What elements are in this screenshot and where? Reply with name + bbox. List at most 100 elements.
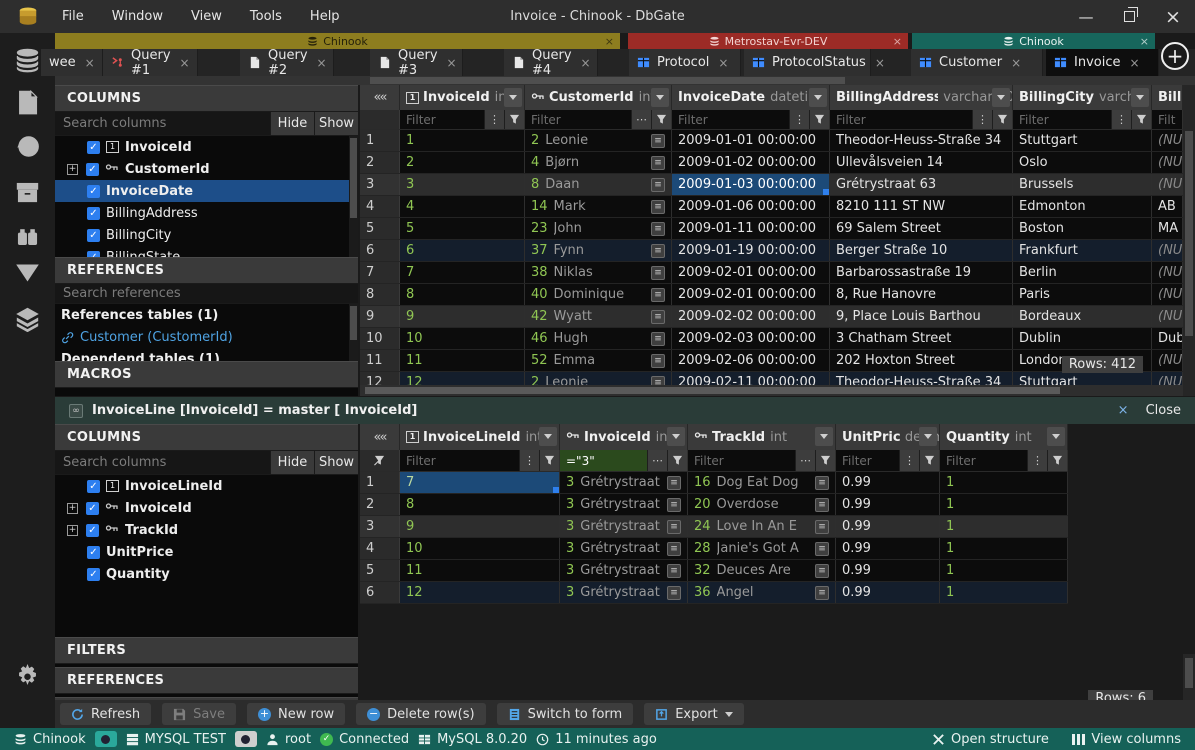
tab-protocolstatus[interactable]: ProtocolStatus× — [744, 49, 871, 76]
cell-billingaddress[interactable]: 69 Salem Street — [830, 218, 1013, 239]
cell-unitprice[interactable]: 0.99 — [836, 560, 940, 581]
cell-quantity[interactable]: 1 — [940, 472, 1068, 493]
cell-invoiceid[interactable]: 5 — [400, 218, 525, 239]
cell-billingstate[interactable]: AB — [1152, 196, 1183, 217]
cell-billingstate[interactable]: (NULL) — [1152, 262, 1183, 283]
list-item-selected[interactable]: ✓ InvoiceDate — [55, 180, 358, 202]
search-columns-input[interactable] — [55, 451, 270, 474]
cell-invoiceid[interactable]: 3Grétrystraat 63≡ — [560, 494, 688, 515]
cell-billingaddress[interactable]: 202 Hoxton Street — [830, 350, 1013, 371]
document-icon[interactable]: ≡ — [651, 244, 665, 258]
cell-trackid[interactable]: 24Love In An E≡ — [688, 516, 836, 537]
cell-invoicelineid[interactable]: 9 — [400, 516, 560, 537]
grid-vscrollbar[interactable] — [1183, 85, 1195, 396]
list-item[interactable]: ✓ BillingAddress — [55, 202, 358, 224]
document-icon[interactable]: ≡ — [651, 156, 665, 170]
cell-customerid[interactable]: 23John≡ — [525, 218, 672, 239]
grid-hscrollbar[interactable] — [360, 385, 1183, 396]
menu-tools[interactable]: Tools — [250, 9, 282, 24]
cell-invoicedate[interactable]: 2009-02-06 00:00:00 — [672, 350, 830, 371]
list-item[interactable]: ✓ BillingCity — [55, 224, 358, 246]
settings-gear-icon[interactable] — [14, 661, 41, 688]
cell-trackid[interactable]: 16Dog Eat Dog≡ — [688, 472, 836, 493]
column-header-billingstate[interactable]: BillingState — [1152, 85, 1183, 110]
cell-billingstate[interactable]: MA — [1152, 218, 1183, 239]
filter-input-invoiceid[interactable] — [400, 110, 484, 129]
collapse-columns-button[interactable]: «« — [360, 85, 400, 110]
row-number[interactable]: 3 — [360, 516, 400, 537]
row-number[interactable]: 8 — [360, 284, 400, 305]
cell-billingaddress[interactable]: Theodor-Heuss-Straße 34 — [830, 372, 1013, 385]
server-color-chip[interactable] — [235, 731, 257, 747]
checkbox-checked[interactable]: ✓ — [87, 568, 100, 581]
row-number[interactable]: 4 — [360, 196, 400, 217]
filter-funnel-button[interactable] — [651, 110, 671, 129]
cell-billingcity[interactable]: Brussels — [1013, 174, 1152, 195]
cell-invoiceid[interactable]: 6 — [400, 240, 525, 261]
search-columns-input[interactable] — [55, 112, 270, 135]
expand-icon[interactable]: + — [67, 525, 78, 536]
filter-menu-button[interactable]: ⋮ — [789, 110, 809, 129]
cell-billingcity[interactable]: Dublin — [1013, 328, 1152, 349]
filter-funnel-button[interactable] — [1131, 110, 1151, 129]
cell-billingcity[interactable]: Bordeaux — [1013, 306, 1152, 327]
cell-customerid[interactable]: 14Mark≡ — [525, 196, 672, 217]
filter-funnel-button[interactable] — [809, 110, 829, 129]
document-icon[interactable]: ≡ — [667, 520, 681, 534]
checkbox-checked[interactable]: ✓ — [87, 480, 100, 493]
references-section-header[interactable]: REFERENCES — [55, 667, 358, 694]
cell-customerid[interactable]: 38Niklas≡ — [525, 262, 672, 283]
checkbox-checked[interactable]: ✓ — [87, 229, 100, 242]
document-icon[interactable]: ≡ — [651, 266, 665, 280]
column-menu-chevron[interactable] — [539, 427, 557, 446]
cell-billingstate[interactable]: (NULL) — [1152, 240, 1183, 261]
row-number[interactable]: 12 — [360, 372, 400, 385]
table-row[interactable]: 6 12 3Grétrystraat 63≡ 36Angel≡ 0.99 1 — [360, 582, 1068, 604]
cell-unitprice[interactable]: 0.99 — [836, 472, 940, 493]
column-header-customerid[interactable]: CustomerId int — [525, 85, 672, 110]
new-row-button[interactable]: + New row — [247, 703, 345, 725]
cell-billingcity[interactable]: Paris — [1013, 284, 1152, 305]
filter-more-button[interactable]: ⋯ — [795, 450, 815, 471]
document-icon[interactable]: ≡ — [651, 354, 665, 368]
cell-billingaddress[interactable]: 9, Place Louis Barthou — [830, 306, 1013, 327]
selection-handle[interactable] — [553, 487, 560, 493]
tab-group-metrostav[interactable]: Metrostav-Evr-DEV × — [628, 33, 908, 49]
layers-icon[interactable] — [14, 305, 41, 332]
column-header-invoicelineid[interactable]: 1InvoiceLineId int — [400, 424, 560, 450]
filter-input-invoicelineid[interactable] — [400, 450, 519, 471]
close-icon[interactable]: × — [893, 35, 902, 48]
cell-invoiceid[interactable]: 3Grétrystraat 63≡ — [560, 472, 688, 493]
table-row[interactable]: 10 10 46Hugh≡ 2009-02-03 00:00:00 3 Chat… — [360, 328, 1195, 350]
cell-unitprice[interactable]: 0.99 — [836, 582, 940, 603]
document-icon[interactable]: ≡ — [667, 498, 681, 512]
table-row[interactable]: 7 7 38Niklas≡ 2009-02-01 00:00:00 Barbar… — [360, 262, 1195, 284]
maximize-button[interactable] — [1124, 11, 1135, 22]
database-icon[interactable] — [14, 47, 41, 74]
cell-customerid[interactable]: 2Leonie≡ — [525, 130, 672, 151]
row-number[interactable]: 6 — [360, 582, 400, 603]
cell-invoiceid[interactable]: 3 — [400, 174, 525, 195]
close-icon[interactable]: × — [718, 56, 728, 70]
cell-billingaddress[interactable]: Theodor-Heuss-Straße 34 — [830, 130, 1013, 151]
filter-menu-button[interactable]: ⋮ — [519, 450, 539, 471]
menu-help[interactable]: Help — [310, 9, 340, 24]
filter-menu-button[interactable]: ⋮ — [1027, 450, 1047, 471]
list-item[interactable]: + ✓ CustomerId — [55, 158, 358, 180]
collapse-columns-button[interactable]: «« — [360, 424, 400, 450]
filter-menu-button[interactable]: ⋮ — [972, 110, 992, 129]
cell-billingaddress[interactable]: 8210 111 ST NW — [830, 196, 1013, 217]
checkbox-checked[interactable]: ✓ — [87, 251, 100, 258]
row-number[interactable]: 7 — [360, 262, 400, 283]
tabs-scrollbar[interactable] — [55, 76, 1195, 85]
close-button[interactable]: × — [1165, 6, 1181, 28]
grid-vscrollbar[interactable] — [1183, 654, 1195, 700]
checkbox-checked[interactable]: ✓ — [87, 141, 100, 154]
document-icon[interactable]: ≡ — [667, 586, 681, 600]
filter-funnel-button[interactable] — [504, 110, 524, 129]
cell-invoicedate[interactable]: 2009-01-06 00:00:00 — [672, 196, 830, 217]
row-number[interactable]: 2 — [360, 494, 400, 515]
cell-billingcity[interactable]: Frankfurt — [1013, 240, 1152, 261]
column-header-invoiceid[interactable]: 1InvoiceId int — [400, 85, 525, 110]
column-header-billingaddress[interactable]: BillingAddress varchar(70 — [830, 85, 1013, 110]
